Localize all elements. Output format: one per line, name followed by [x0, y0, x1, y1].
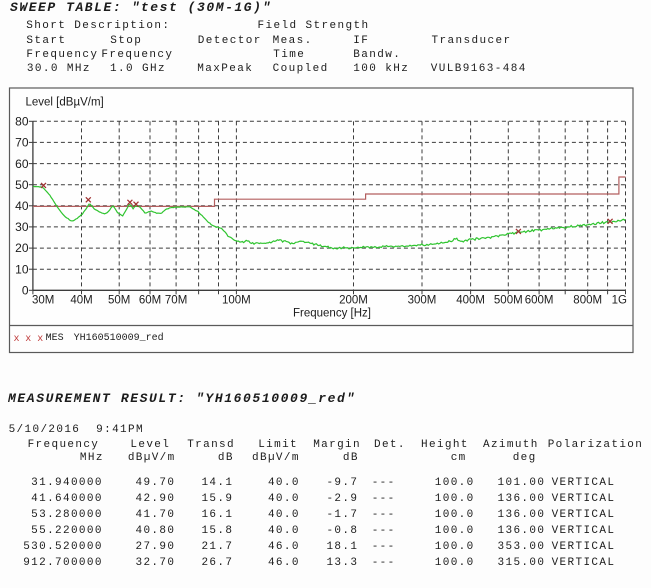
svg-text:40: 40 — [15, 199, 29, 213]
svg-text:70M: 70M — [165, 295, 187, 307]
svg-text:Frequency [Hz]: Frequency [Hz] — [293, 308, 371, 320]
svg-text:80: 80 — [15, 115, 29, 129]
svg-text:30M: 30M — [32, 295, 54, 307]
svg-text:600M: 600M — [525, 295, 554, 307]
svg-text:70: 70 — [15, 136, 29, 150]
svg-text:800M: 800M — [573, 295, 602, 307]
svg-text:100M: 100M — [222, 295, 251, 307]
svg-text:20: 20 — [15, 241, 29, 255]
svg-text:1G: 1G — [612, 295, 627, 307]
svg-text:60M: 60M — [139, 295, 161, 307]
svg-text:50M: 50M — [108, 295, 130, 307]
svg-text:400M: 400M — [456, 295, 485, 307]
svg-text:200M: 200M — [339, 295, 368, 307]
svg-text:500M: 500M — [494, 295, 523, 307]
svg-text:0: 0 — [22, 284, 29, 298]
svg-text:10: 10 — [15, 262, 29, 276]
svg-text:30: 30 — [15, 220, 29, 234]
svg-text:60: 60 — [15, 157, 29, 171]
svg-text:40M: 40M — [70, 295, 92, 307]
svg-text:300M: 300M — [408, 295, 437, 307]
svg-text:50: 50 — [15, 178, 29, 192]
svg-text:Level [dBµV/m]: Level [dBµV/m] — [26, 96, 104, 108]
